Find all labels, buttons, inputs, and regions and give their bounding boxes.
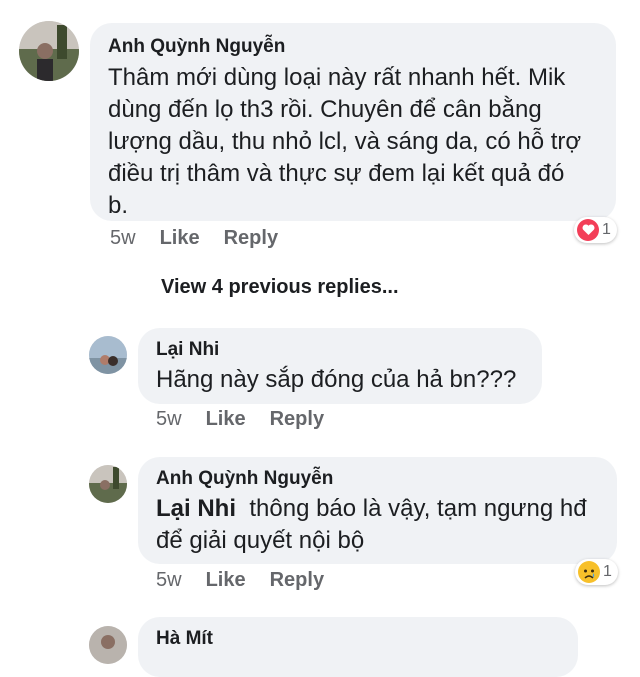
comment-text: Thâm mới dùng loại này rất nhanh hết. Mi… [108,64,582,219]
like-button[interactable]: Like [206,408,246,431]
avatar[interactable] [89,626,127,664]
heart-icon [577,219,599,241]
avatar[interactable] [19,21,79,81]
reply-bubble: Hà Mít [138,617,578,677]
comment-bubble: Anh Quỳnh Nguyễn Thâm mới dùng loại này … [90,23,616,221]
mention-link[interactable]: Lại Nhi [156,495,236,522]
reply-button[interactable]: Reply [224,227,278,250]
reply-text: Lại Nhi thông báo là vậy, tạm ngưng hđ đ… [156,495,587,554]
reaction-count: 1 [602,221,611,238]
like-button[interactable]: Like [206,569,246,592]
view-previous-replies-link[interactable]: View 4 previous replies... [161,276,399,299]
reply-button[interactable]: Reply [270,408,324,431]
comment-actions: 5w Like Reply [110,227,278,250]
reply-author[interactable]: Lại Nhi [156,338,524,362]
like-button[interactable]: Like [160,227,200,250]
avatar[interactable] [89,465,127,503]
reaction-badge[interactable]: 1 [574,217,617,243]
reply-bubble: Lại Nhi Hãng này sắp đóng của hả bn??? [138,328,542,404]
reply-actions: 5w Like Reply [156,408,324,431]
reply-text: Hãng này sắp đóng của hả bn??? [156,366,517,393]
reply-bubble: Anh Quỳnh Nguyễn Lại Nhi thông báo là vậ… [138,457,617,564]
comment-author[interactable]: Anh Quỳnh Nguyễn [108,35,598,59]
timestamp[interactable]: 5w [156,569,182,592]
reply-author[interactable]: Anh Quỳnh Nguyễn [156,467,599,491]
timestamp[interactable]: 5w [110,227,136,250]
reply-button[interactable]: Reply [270,569,324,592]
reply-actions: 5w Like Reply [156,569,324,592]
sad-face-icon [578,561,600,583]
reaction-count: 1 [603,563,612,580]
avatar[interactable] [89,336,127,374]
timestamp[interactable]: 5w [156,408,182,431]
reply-author[interactable]: Hà Mít [156,627,560,651]
reaction-badge[interactable]: 1 [575,559,618,585]
